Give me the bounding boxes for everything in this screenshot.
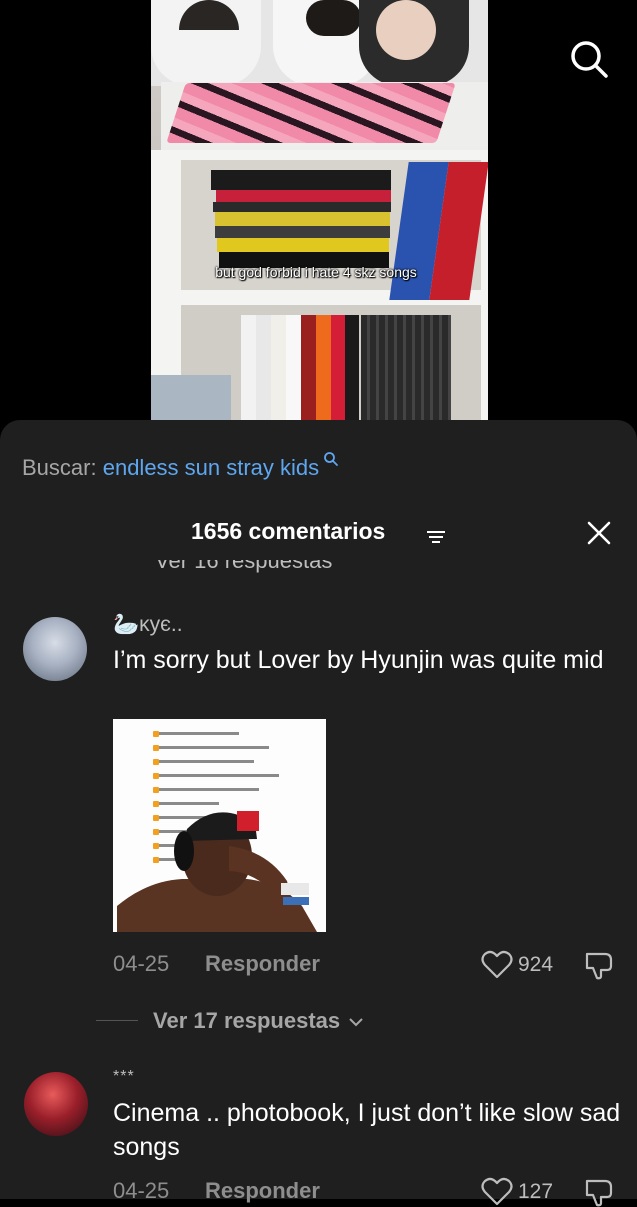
avatar[interactable] xyxy=(23,617,87,681)
bookshelf xyxy=(151,150,488,430)
comments-header: 1656 comentarios xyxy=(0,518,637,552)
video-poster xyxy=(151,0,488,86)
view-replies-label: Ver 17 respuestas xyxy=(153,1008,341,1033)
chevron-down-icon xyxy=(349,1018,363,1027)
search-icon[interactable] xyxy=(566,36,610,80)
like-count: 924 xyxy=(518,953,554,976)
like-count: 127 xyxy=(518,1180,554,1203)
view-replies-button[interactable]: Ver 17 respuestas xyxy=(153,1008,364,1034)
close-icon[interactable] xyxy=(586,520,612,546)
search-small-icon xyxy=(324,452,339,466)
heart-icon[interactable] xyxy=(481,950,513,980)
search-label: Buscar: xyxy=(22,455,97,480)
comment-username[interactable]: 🦢κує.. xyxy=(113,613,183,637)
search-suggestion[interactable]: Buscar: endless sun stray kids xyxy=(22,451,339,481)
partial-view-replies: Ver 16 respuestas xyxy=(155,560,333,573)
comment-text: Cinema .. photobook, I just don’t like s… xyxy=(113,1099,621,1161)
crying-person-image xyxy=(117,811,317,932)
comment-text: I’m sorry but Lover by Hyunjin was quite… xyxy=(113,646,604,674)
divider xyxy=(96,1020,138,1021)
video-caption: but god forbid i hate 4 skz songs xyxy=(215,264,417,280)
dislike-icon[interactable] xyxy=(583,1177,615,1207)
comment-count: 1656 comentarios xyxy=(191,518,386,544)
heart-icon[interactable] xyxy=(481,1177,513,1207)
dislike-icon[interactable] xyxy=(583,950,615,980)
comment-date: 04-25 xyxy=(113,951,170,976)
search-query-link[interactable]: endless sun stray kids xyxy=(103,455,319,480)
video-player[interactable]: but god forbid i hate 4 skz songs xyxy=(151,0,488,430)
sort-filter-icon[interactable] xyxy=(426,529,446,545)
pink-album xyxy=(166,83,456,143)
comment-image[interactable] xyxy=(113,719,326,932)
comment-date: 04-25 xyxy=(113,1178,170,1203)
reply-button[interactable]: Responder xyxy=(205,951,320,977)
comment-username[interactable]: *** xyxy=(113,1068,135,1086)
reply-button[interactable]: Responder xyxy=(205,1178,320,1204)
avatar[interactable] xyxy=(24,1072,88,1136)
